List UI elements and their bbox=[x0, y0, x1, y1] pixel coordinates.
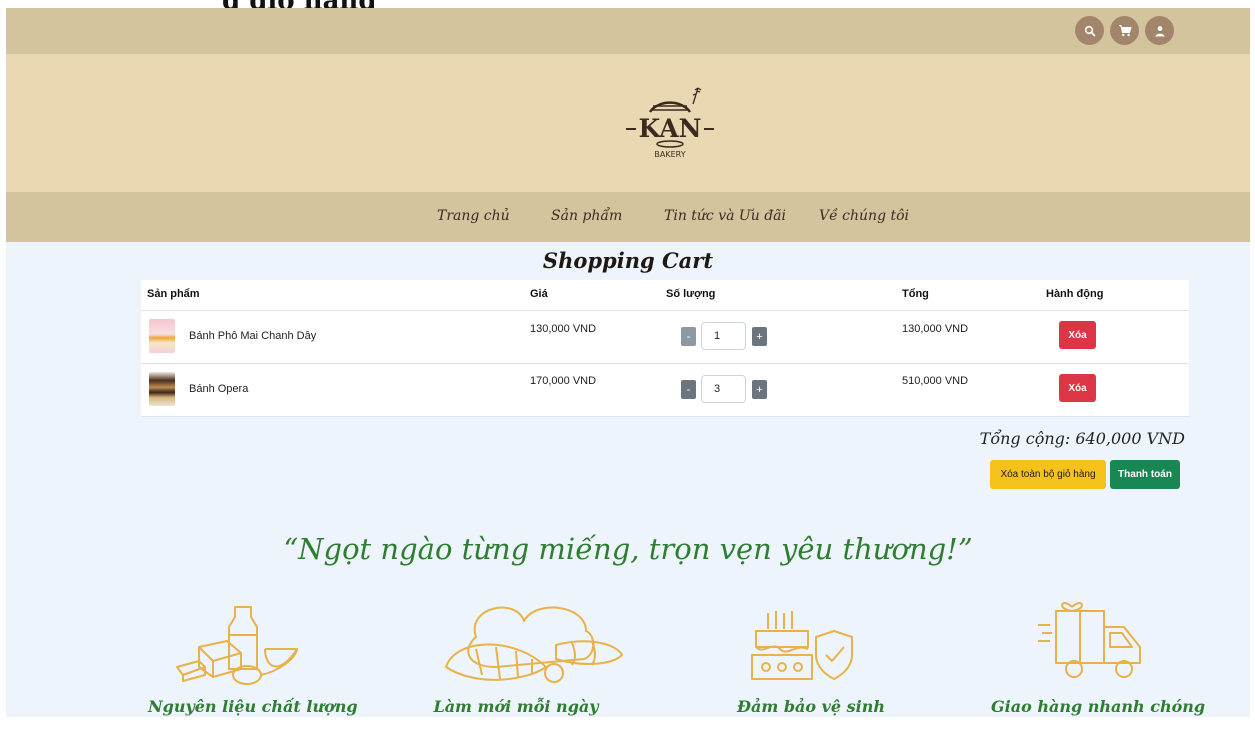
ingredients-icon bbox=[176, 606, 298, 685]
feature-label-fresh: Làm mới mỗi ngày bbox=[433, 697, 599, 716]
cart-icon bbox=[1118, 25, 1132, 37]
increase-quantity-button[interactable]: + bbox=[752, 380, 767, 399]
bottom-strip bbox=[0, 717, 1255, 745]
nav-item-products[interactable]: Sản phẩm bbox=[551, 208, 622, 224]
logo-band: KAN BAKERY bbox=[6, 54, 1250, 192]
checkout-button[interactable]: Thanh toán bbox=[1110, 460, 1180, 489]
cart-item-price: 130,000 VND bbox=[530, 323, 597, 335]
quantity-input[interactable]: 3 bbox=[701, 375, 746, 403]
column-header-total: Tổng bbox=[902, 288, 929, 300]
cart-title: Shopping Cart bbox=[542, 248, 714, 273]
feature-label-ingredients: Nguyên liệu chất lượng bbox=[148, 697, 358, 716]
decrease-quantity-button[interactable]: - bbox=[681, 380, 696, 399]
logo-main-text: KAN bbox=[639, 114, 702, 143]
delivery-truck-icon bbox=[1038, 602, 1141, 678]
cart-button[interactable] bbox=[1110, 16, 1139, 45]
cart-table: Sản phẩm Giá Số lượng Tổng Hành động Bán… bbox=[141, 280, 1189, 417]
decrease-quantity-button[interactable]: - bbox=[681, 327, 696, 346]
nav-item-about[interactable]: Về chúng tôi bbox=[819, 208, 909, 224]
column-header-price: Giá bbox=[530, 288, 548, 300]
feature-label-delivery: Giao hàng nhanh chóng bbox=[991, 697, 1206, 716]
bread-icon bbox=[445, 606, 623, 683]
header-divider bbox=[141, 310, 1189, 311]
main-nav: Trang chủ Sản phẩm Tin tức và Ưu đãi Về … bbox=[6, 192, 1250, 242]
nav-item-news-offers[interactable]: Tin tức và Ưu đãi bbox=[664, 208, 786, 224]
row-divider bbox=[141, 363, 1189, 364]
nav-item-home[interactable]: Trang chủ bbox=[437, 208, 510, 224]
slogan: “Ngọt ngào từng miếng, trọn vẹn yêu thươ… bbox=[283, 532, 973, 566]
column-header-quantity: Số lượng bbox=[666, 288, 716, 300]
top-icons bbox=[1075, 16, 1174, 45]
cart-item-total: 130,000 VND bbox=[902, 323, 969, 335]
cart-item-name: Bánh Phô Mai Chanh Dây bbox=[189, 330, 317, 342]
user-button[interactable] bbox=[1145, 16, 1174, 45]
feature-label-hygiene: Đảm bảo vệ sinh bbox=[736, 697, 886, 716]
logo-sub-text: BAKERY bbox=[654, 150, 685, 159]
clear-cart-button[interactable]: Xóa toàn bộ giỏ hàng bbox=[990, 460, 1106, 489]
product-thumbnail bbox=[149, 372, 175, 406]
main-content: Shopping Cart Sản phẩm Giá Số lượng Tổng… bbox=[6, 242, 1250, 717]
table-bottom-divider bbox=[141, 416, 1189, 417]
hygiene-cake-icon bbox=[751, 611, 853, 680]
column-header-action: Hành động bbox=[1046, 288, 1104, 300]
cart-item-price: 170,000 VND bbox=[530, 375, 597, 387]
grand-total: Tổng cộng: 640,000 VND bbox=[979, 429, 1185, 448]
delete-item-button[interactable]: Xóa bbox=[1059, 374, 1096, 402]
product-thumbnail bbox=[149, 319, 175, 353]
top-bar bbox=[6, 8, 1250, 54]
increase-quantity-button[interactable]: + bbox=[752, 327, 767, 346]
cart-item-name: Bánh Opera bbox=[189, 383, 249, 395]
page: g giỏ hàng bbox=[0, 0, 1255, 745]
column-header-product: Sản phẩm bbox=[147, 288, 200, 300]
quantity-input[interactable]: 1 bbox=[701, 322, 746, 350]
cart-item-total: 510,000 VND bbox=[902, 375, 969, 387]
delete-item-button[interactable]: Xóa bbox=[1059, 321, 1096, 349]
kan-bakery-logo[interactable]: KAN BAKERY bbox=[620, 82, 720, 164]
user-icon bbox=[1155, 25, 1164, 36]
search-button[interactable] bbox=[1075, 16, 1104, 45]
search-icon bbox=[1084, 25, 1095, 36]
